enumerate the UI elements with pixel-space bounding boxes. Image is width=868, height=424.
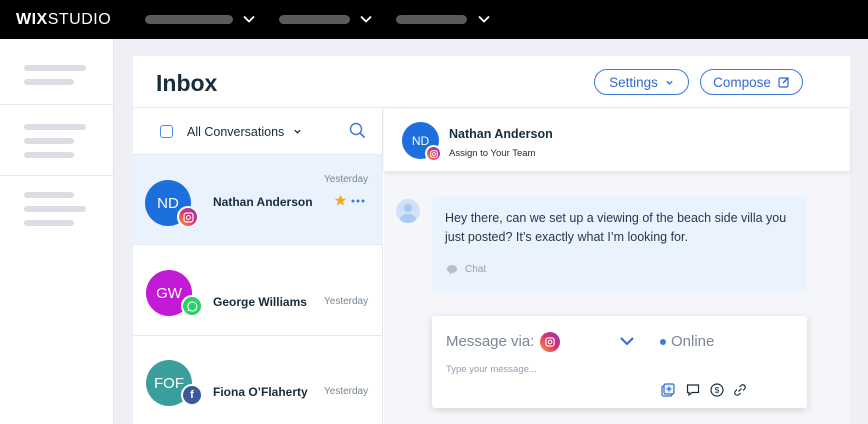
instagram-icon [177, 206, 199, 228]
timestamp: Yesterday [324, 296, 369, 307]
online-status-dot [660, 339, 666, 345]
instagram-icon [425, 145, 442, 162]
chat-header: ND Nathan Anderson Assign to Your Team [384, 109, 850, 171]
inbox-header: Inbox Settings Compose [133, 56, 850, 108]
select-all-checkbox[interactable] [160, 125, 173, 138]
chevron-down-icon[interactable] [359, 12, 373, 26]
compose-label: Compose [713, 74, 771, 90]
list-item[interactable]: ND Nathan Anderson Yesterday [133, 155, 383, 245]
user-avatar-icon [396, 199, 420, 223]
whatsapp-icon [181, 295, 203, 317]
message-composer: Message via: Online Type your message...… [432, 316, 807, 408]
chevron-down-icon[interactable] [477, 12, 491, 26]
more-options-icon[interactable] [351, 199, 365, 203]
chat-area: ND Nathan Anderson Assign to Your Team H… [384, 109, 850, 424]
page-title: Inbox [156, 70, 218, 96]
nav-menu-3[interactable] [396, 15, 467, 24]
compose-button[interactable]: Compose [700, 69, 803, 95]
message-bubble: Hey there, can we set up a viewing of th… [432, 196, 807, 291]
chevron-down-icon [294, 129, 301, 134]
chevron-down-icon [666, 80, 673, 85]
contact-name: Nathan Anderson [213, 195, 313, 209]
conversation-list: All Conversations ND Nathan Anderson Yes… [133, 109, 383, 424]
chevron-down-icon[interactable] [619, 335, 635, 347]
chevron-down-icon[interactable] [242, 12, 256, 26]
instagram-icon[interactable] [540, 332, 560, 352]
online-status: Online [671, 333, 715, 350]
contact-name: Nathan Anderson [449, 127, 553, 141]
sidebar [0, 39, 114, 424]
chat-icon [447, 265, 457, 275]
sidebar-group-3[interactable] [0, 176, 114, 246]
top-bar: WIXSTUDIO [0, 0, 868, 39]
inbox-panel: Inbox Settings Compose All Conversations [133, 56, 850, 424]
facebook-icon: f [181, 384, 203, 406]
timestamp: Yesterday [324, 174, 369, 185]
contact-name: George Williams [213, 295, 307, 309]
timestamp: Yesterday [324, 386, 369, 397]
nav-menu-2[interactable] [279, 15, 350, 24]
star-icon[interactable] [334, 194, 347, 207]
message-text: Hey there, can we set up a viewing of th… [445, 211, 787, 244]
contact-name: Fiona O’Flaherty [213, 385, 308, 399]
svg-text:$: $ [715, 385, 720, 395]
nav-menu-1[interactable] [145, 15, 233, 24]
message-via-label: Message via: [446, 333, 535, 350]
saved-replies-icon[interactable] [686, 383, 700, 397]
message-input[interactable]: Type your message... [446, 364, 537, 375]
payment-icon[interactable]: $ [710, 383, 724, 397]
wix-studio-logo[interactable]: WIXSTUDIO [16, 11, 111, 29]
search-icon[interactable] [349, 122, 366, 139]
edit-icon [778, 77, 789, 88]
list-header: All Conversations [133, 109, 383, 155]
add-media-icon[interactable] [661, 383, 675, 397]
conversation-filter[interactable]: All Conversations [187, 125, 302, 139]
channel-label: Chat [465, 264, 487, 275]
settings-button[interactable]: Settings [594, 69, 689, 95]
list-item[interactable]: GW George Williams Yesterday [133, 246, 383, 336]
settings-label: Settings [609, 74, 658, 90]
list-item[interactable]: FOF f Fiona O’Flaherty Yesterday [133, 337, 383, 424]
assign-team-link[interactable]: Assign to Your Team [449, 148, 535, 159]
sidebar-group-2[interactable] [0, 105, 114, 176]
attach-link-icon[interactable] [733, 383, 747, 397]
sidebar-group-1[interactable] [0, 39, 114, 105]
